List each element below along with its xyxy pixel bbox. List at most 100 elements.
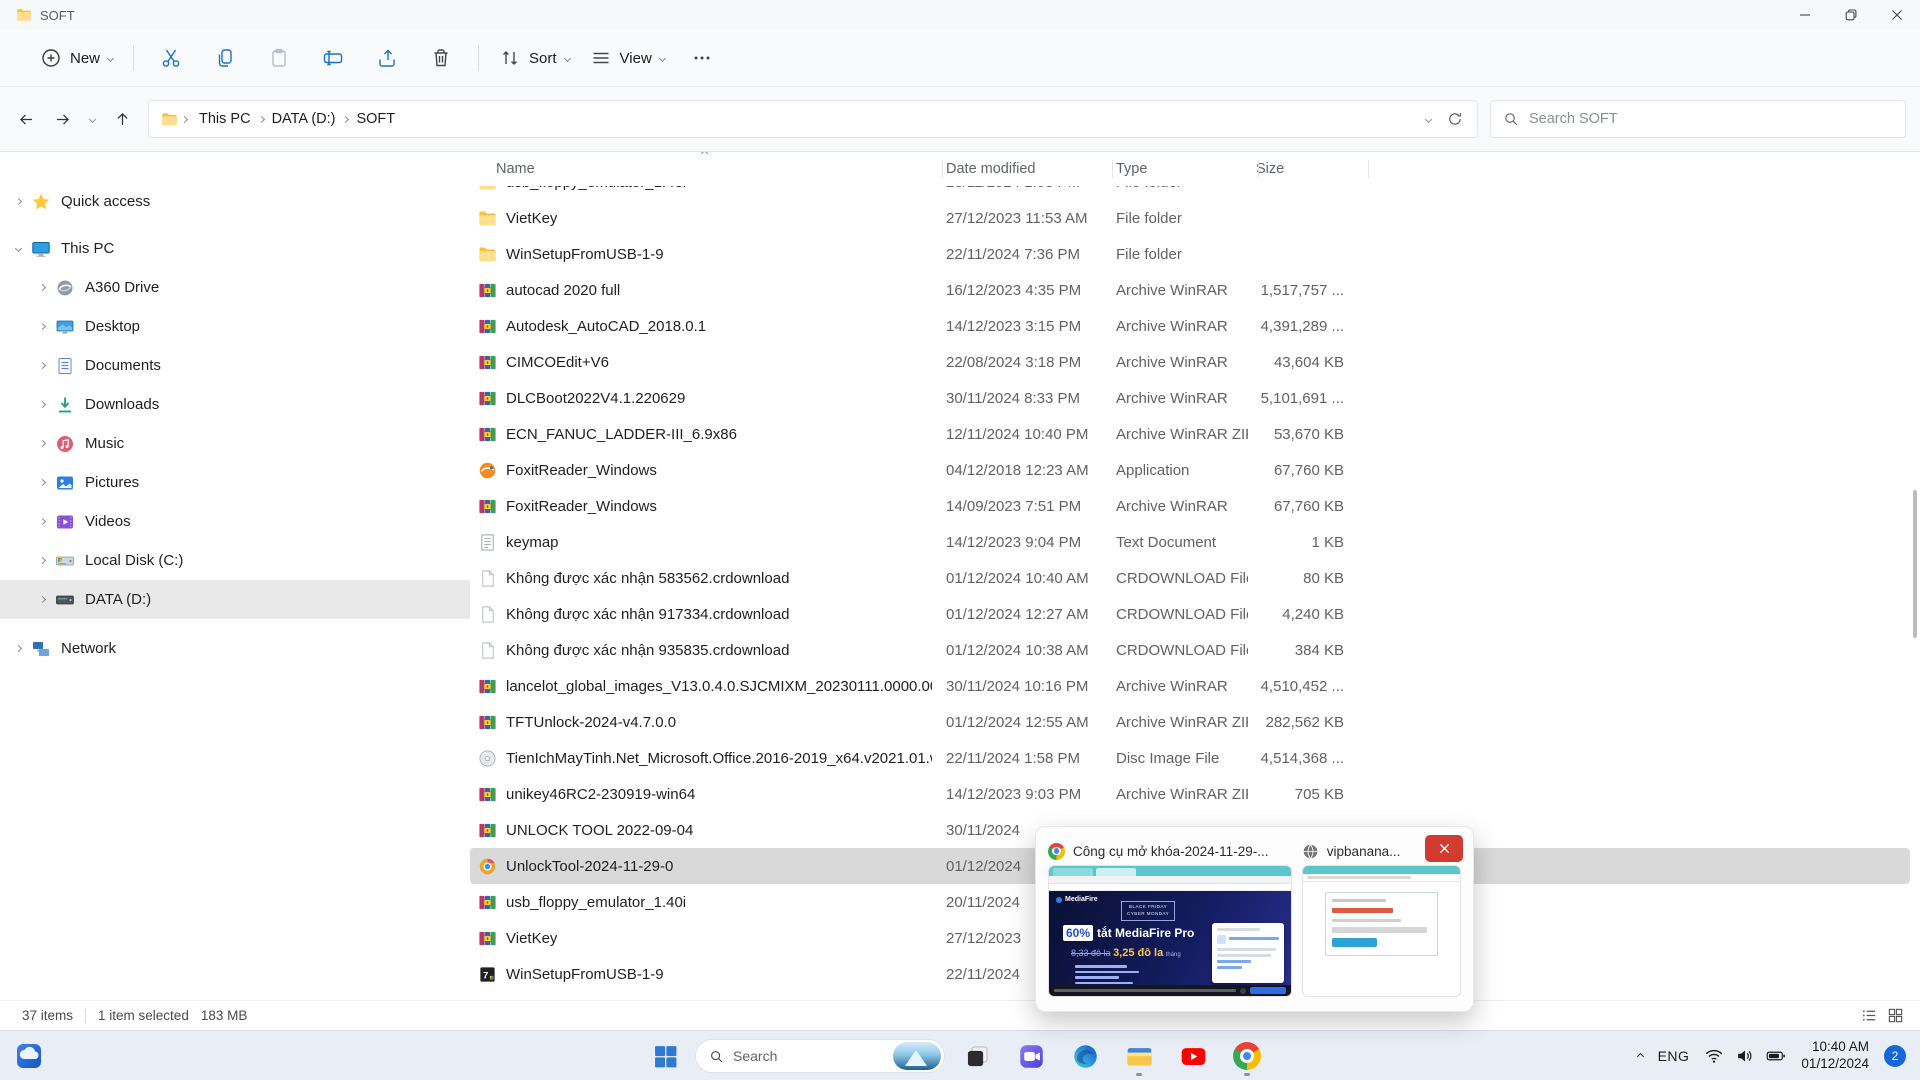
forward-button[interactable] xyxy=(46,103,78,135)
file-row-vietkey[interactable]: VietKey27/12/2023 11:53 AMFile folder xyxy=(470,200,1910,236)
file-row-cimcoedit-v6[interactable]: CIMCOEdit+V622/08/2024 3:18 PMArchive Wi… xyxy=(470,344,1910,380)
file-row-kh-ng-c-x-c-nh-n-583562-crdownload[interactable]: Không được xác nhận 583562.crdownload01/… xyxy=(470,560,1910,596)
chevron-right-icon[interactable] xyxy=(39,362,46,369)
clock[interactable]: 10:40 AM 01/12/2024 xyxy=(1801,1039,1869,1073)
breadcrumb[interactable]: This PC DATA (D:) SOFT xyxy=(148,100,1478,138)
cut-button[interactable] xyxy=(153,40,189,76)
notification-badge[interactable]: 2 xyxy=(1884,1045,1906,1067)
file-row-foxitreader-windows[interactable]: FoxitReader_Windows14/09/2023 7:51 PMArc… xyxy=(470,488,1910,524)
sidebar-item-quick-access[interactable]: Quick access xyxy=(0,182,470,221)
tray-overflow-chevron-icon[interactable] xyxy=(1637,1052,1644,1059)
column-divider[interactable] xyxy=(1112,160,1113,178)
breadcrumb-data-d[interactable]: DATA (D:) xyxy=(264,107,344,131)
file-row-usb-floppy-emulator-1-40i[interactable]: usb_floppy_emulator_1.40i20/11/2024 1:08… xyxy=(470,186,1910,200)
up-button[interactable] xyxy=(106,103,138,135)
file-row-foxitreader-windows[interactable]: FoxitReader_Windows04/12/2018 12:23 AMAp… xyxy=(470,452,1910,488)
sidebar-item-network[interactable]: Network xyxy=(0,629,470,668)
sort-button[interactable]: Sort xyxy=(489,39,580,77)
sidebar-item-pictures[interactable]: Pictures xyxy=(0,463,470,502)
file-row-tienichmaytinh-net-microsoft-office-2016-2019-x64-v2021-01-win10[interactable]: TienIchMayTinh.Net_Microsoft.Office.2016… xyxy=(470,740,1910,776)
new-button[interactable]: New xyxy=(30,39,123,77)
chevron-right-icon[interactable] xyxy=(39,557,46,564)
close-button[interactable] xyxy=(1874,0,1920,30)
sidebar-item-downloads[interactable]: Downloads xyxy=(0,385,470,424)
search-input[interactable] xyxy=(1529,111,1893,127)
sidebar-item-a360-drive[interactable]: A360 Drive xyxy=(0,268,470,307)
chevron-right-icon[interactable] xyxy=(39,518,46,525)
file-name-cell: DLCBoot2022V4.1.220629 xyxy=(470,389,932,408)
sidebar-item-documents[interactable]: Documents xyxy=(0,346,470,385)
share-button[interactable] xyxy=(369,40,405,76)
more-button[interactable] xyxy=(684,40,720,76)
column-header-size[interactable]: Size xyxy=(1248,161,1348,177)
youtube-button[interactable] xyxy=(1171,1034,1215,1078)
large-icons-view-icon[interactable] xyxy=(1887,1007,1904,1024)
chrome-button[interactable] xyxy=(1225,1034,1269,1078)
address-dropdown-chevron-icon[interactable] xyxy=(1425,115,1432,122)
tray-icons[interactable] xyxy=(1704,1046,1786,1066)
sidebar-item-local-disk-c[interactable]: Local Disk (C:) xyxy=(0,541,470,580)
column-divider[interactable] xyxy=(942,160,943,178)
widgets-icon[interactable] xyxy=(16,1043,42,1069)
column-header-date-modified[interactable]: Date modified xyxy=(932,161,1102,177)
file-row-kh-ng-c-x-c-nh-n-917334-crdownload[interactable]: Không được xác nhận 917334.crdownload01/… xyxy=(470,596,1910,632)
chevron-right-icon[interactable] xyxy=(15,645,22,652)
search-highlight-image[interactable] xyxy=(893,1042,941,1070)
column-header-type[interactable]: Type xyxy=(1102,161,1248,177)
chevron-right-icon[interactable] xyxy=(15,198,22,205)
chevron-right-icon[interactable] xyxy=(39,596,46,603)
chevron-right-icon[interactable] xyxy=(39,440,46,447)
chat-button[interactable] xyxy=(1009,1034,1053,1078)
file-row-keymap[interactable]: keymap14/12/2023 9:04 PMText Document1 K… xyxy=(470,524,1910,560)
back-button[interactable] xyxy=(10,103,42,135)
sidebar-item-this-pc[interactable]: This PC xyxy=(0,229,470,268)
preview-thumbnail-mediafire[interactable]: MediaFire BLACK FRIDAYCYBER MONDAY 60%tắ… xyxy=(1048,865,1292,997)
file-size: 1,517,757 ... xyxy=(1248,282,1348,299)
edge-button[interactable] xyxy=(1063,1034,1107,1078)
sidebar-item-desktop[interactable]: Desktop xyxy=(0,307,470,346)
delete-button[interactable] xyxy=(423,40,459,76)
chevron-right-icon[interactable] xyxy=(39,323,46,330)
language-indicator[interactable]: ENG xyxy=(1658,1048,1690,1064)
sidebar-item-music[interactable]: Music xyxy=(0,424,470,463)
file-row-winsetupfromusb-1-9[interactable]: WinSetupFromUSB-1-922/11/2024 7:36 PMFil… xyxy=(470,236,1910,272)
refresh-icon[interactable] xyxy=(1447,111,1463,127)
vertical-scrollbar[interactable] xyxy=(1913,490,1917,638)
file-explorer-button[interactable] xyxy=(1117,1034,1161,1078)
task-view-button[interactable] xyxy=(955,1034,999,1078)
start-button[interactable] xyxy=(645,1034,685,1078)
view-button[interactable]: View xyxy=(580,39,675,77)
file-row-unikey46rc2-230919-win64[interactable]: unikey46RC2-230919-win6414/12/2023 9:03 … xyxy=(470,776,1910,812)
taskbar-search[interactable]: Search xyxy=(695,1039,945,1073)
search-box[interactable] xyxy=(1490,100,1906,138)
file-row-dlcboot2022v4-1-220629[interactable]: DLCBoot2022V4.1.22062930/11/2024 8:33 PM… xyxy=(470,380,1910,416)
recent-locations-button[interactable] xyxy=(82,103,102,135)
file-row-tftunlock-2024-v4-7-0-0[interactable]: TFTUnlock-2024-v4.7.0.001/12/2024 12:55 … xyxy=(470,704,1910,740)
preview-window-1[interactable]: Công cụ mở khóa-2024-11-29-... MediaFire… xyxy=(1048,837,1292,1001)
paste-button[interactable] xyxy=(261,40,297,76)
file-row-kh-ng-c-x-c-nh-n-935835-crdownload[interactable]: Không được xác nhận 935835.crdownload01/… xyxy=(470,632,1910,668)
chevron-right-icon[interactable] xyxy=(39,401,46,408)
chevron-down-icon xyxy=(563,54,570,61)
sidebar-item-videos[interactable]: Videos xyxy=(0,502,470,541)
breadcrumb-this-pc[interactable]: This PC xyxy=(191,107,259,131)
file-row-ecn-fanuc-ladder-iii-6-9x86[interactable]: ECN_FANUC_LADDER-III_6.9x8612/11/2024 10… xyxy=(470,416,1910,452)
preview-close-button[interactable] xyxy=(1425,835,1463,862)
column-divider[interactable] xyxy=(1368,160,1369,178)
rename-button[interactable] xyxy=(315,40,351,76)
chevron-right-icon[interactable] xyxy=(39,479,46,486)
file-row-lancelot-global-images-v13-0-4-0-sjcmixm-20230111-0000-00-12[interactable]: lancelot_global_images_V13.0.4.0.SJCMIXM… xyxy=(470,668,1910,704)
preview-thumbnail-vipbanana[interactable] xyxy=(1302,865,1461,997)
chevron-right-icon[interactable] xyxy=(39,284,46,291)
restore-button[interactable] xyxy=(1828,0,1874,30)
sidebar-item-data-d[interactable]: DATA (D:) xyxy=(0,580,470,619)
column-divider[interactable] xyxy=(1258,160,1259,178)
details-view-icon[interactable] xyxy=(1861,1007,1878,1024)
file-row-autocad-2020-full[interactable]: autocad 2020 full16/12/2023 4:35 PMArchi… xyxy=(470,272,1910,308)
minimize-button[interactable] xyxy=(1782,0,1828,30)
column-header-name[interactable]: Name xyxy=(470,161,932,177)
chevron-down-icon[interactable] xyxy=(15,245,22,252)
copy-button[interactable] xyxy=(207,40,243,76)
breadcrumb-soft[interactable]: SOFT xyxy=(348,107,403,131)
file-row-autodesk-autocad-2018-0-1[interactable]: Autodesk_AutoCAD_2018.0.114/12/2023 3:15… xyxy=(470,308,1910,344)
